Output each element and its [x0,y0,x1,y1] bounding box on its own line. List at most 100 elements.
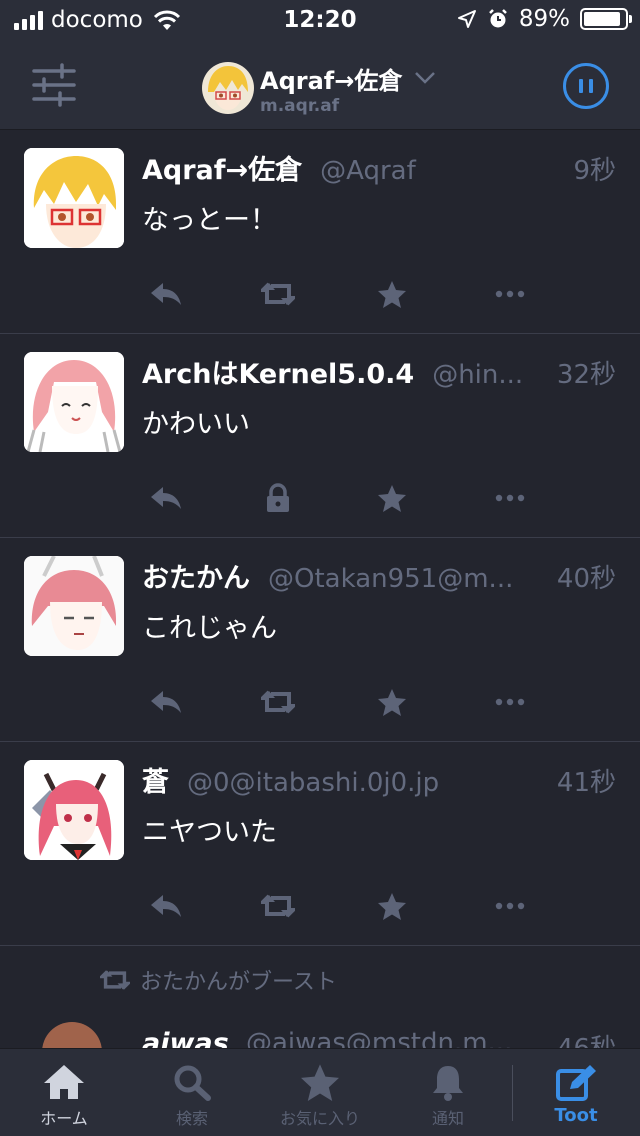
toot-timestamp: 9秒 [573,156,616,186]
boost-button[interactable] [258,888,298,924]
reply-icon [151,487,181,509]
reply-icon [151,283,181,305]
toot-avatar[interactable] [24,556,124,656]
toot[interactable]: aiwas @aiwas@mstdn.m... 46秒 [0,1010,640,1048]
tab-search[interactable]: 検索 [128,1049,256,1136]
sliders-icon [32,63,76,107]
chevron-down-icon [415,72,436,84]
favourite-button[interactable] [372,480,412,516]
toot-avatar[interactable] [24,148,124,248]
toot-actions [146,888,526,924]
more-icon [495,494,525,502]
toot-content[interactable]: ニヤついた [142,810,277,849]
wifi-icon [153,10,180,30]
toot-timestamp: 40秒 [556,564,616,594]
timeline-settings-button[interactable] [30,62,78,108]
star-icon [378,281,406,308]
more-icon [495,698,525,706]
pause-icon-bar [589,79,593,93]
boosted-by-text: おたかんがブースト [140,970,337,995]
reply-button[interactable] [146,888,186,924]
toot-avatar[interactable] [24,352,124,452]
toot-timestamp: 32秒 [556,360,616,390]
boost-button[interactable] [258,276,298,312]
reply-button[interactable] [146,276,186,312]
toot-handle[interactable]: @aiwas@mstdn.m... [246,1028,512,1048]
home-timeline[interactable]: Aqraf→佐倉 @Aqraf 9秒 なっとー！ ArchはKernel5.0.… [0,130,640,1048]
top-nav-bar: Aqraf→佐倉 m.aqr.af [0,40,640,130]
bell-icon [433,1066,463,1101]
toot-actions [146,684,526,720]
account-switcher[interactable]: Aqraf→佐倉 m.aqr.af [202,60,436,116]
boosted-by-note[interactable]: おたかんがブースト [100,964,337,996]
toot[interactable]: おたかん @Otakan951@m... 40秒 これじゃん [0,538,640,742]
boost-disabled [258,480,298,516]
tab-label: ホーム [40,1109,88,1128]
battery-level [584,12,620,26]
toot-display-name[interactable]: ArchはKernel5.0.4 [142,352,414,391]
current-account-host: m.aqr.af [260,95,340,116]
reply-icon [151,895,181,917]
stream-pause-button[interactable] [563,63,609,109]
toot-handle[interactable]: @Otakan951@m... [268,564,545,594]
boost-icon [100,970,130,990]
pause-icon-bar [579,79,583,93]
current-account-name: Aqraf→佐倉 [260,66,403,95]
more-button[interactable] [490,888,530,924]
toot-content[interactable]: なっとー！ [142,198,277,237]
toot-handle[interactable]: @Aqraf [320,156,561,186]
more-icon [495,902,525,910]
toot-timestamp: 41秒 [556,768,616,798]
favourite-button[interactable] [372,276,412,312]
toot-display-name[interactable]: おたかん [142,556,250,595]
toot[interactable]: Aqraf→佐倉 @Aqraf 9秒 なっとー！ [0,130,640,334]
reply-icon [151,691,181,713]
status-left: docomo [14,7,181,33]
bottom-tab-bar: ホーム 検索 お気に入り 通知 Toot [0,1048,640,1136]
favourite-button[interactable] [372,888,412,924]
tab-home[interactable]: ホーム [0,1049,128,1136]
status-bar: docomo 12:20 89% [0,0,640,40]
more-icon [495,290,525,298]
toot-display-name[interactable]: Aqraf→佐倉 [142,148,302,187]
more-button[interactable] [490,276,530,312]
current-account-avatar [202,62,254,114]
favourite-button[interactable] [372,684,412,720]
toot-content[interactable]: かわいい [142,402,250,441]
reply-button[interactable] [146,480,186,516]
boost-icon [261,690,295,714]
star-icon [378,893,406,920]
tab-favourites[interactable]: お気に入り [256,1049,384,1136]
star-icon [301,1064,339,1101]
carrier-name: docomo [51,7,143,33]
toot-avatar[interactable] [42,1022,102,1048]
lock-icon [267,483,289,512]
battery-icon [580,8,632,30]
boost-icon [261,894,295,918]
toot[interactable]: 蒼 @0@itabashi.0j0.jp 41秒 ニヤついた [0,742,640,946]
location-arrow-icon [457,10,476,28]
more-button[interactable] [490,684,530,720]
tab-notifications[interactable]: 通知 [384,1049,512,1136]
home-icon [44,1065,84,1099]
search-icon [174,1065,211,1101]
toot-content[interactable]: これじゃん [142,606,277,645]
compose-label: Toot [554,1105,598,1126]
toot-handle[interactable]: @hin... [432,360,545,390]
toot-timestamp: 46秒 [557,1028,616,1048]
boost-button[interactable] [258,684,298,720]
more-button[interactable] [490,480,530,516]
app-screen: docomo 12:20 89% Aqraf→佐倉 m.aqr.af Aqraf… [0,0,640,1136]
battery-percent: 89% [518,6,570,32]
toot-display-name[interactable]: 蒼 [142,760,169,799]
toot[interactable]: ArchはKernel5.0.4 @hin... 32秒 かわいい [0,334,640,538]
signal-strength-icon [14,10,43,30]
boost-icon [261,282,295,306]
toot-handle[interactable]: @0@itabashi.0j0.jp [187,768,545,798]
compose-button[interactable]: Toot [512,1049,640,1136]
reply-button[interactable] [146,684,186,720]
alarm-icon [488,9,507,28]
toot-display-name[interactable]: aiwas [142,1028,229,1048]
toot-avatar[interactable] [24,760,124,860]
toot-actions [146,480,526,516]
